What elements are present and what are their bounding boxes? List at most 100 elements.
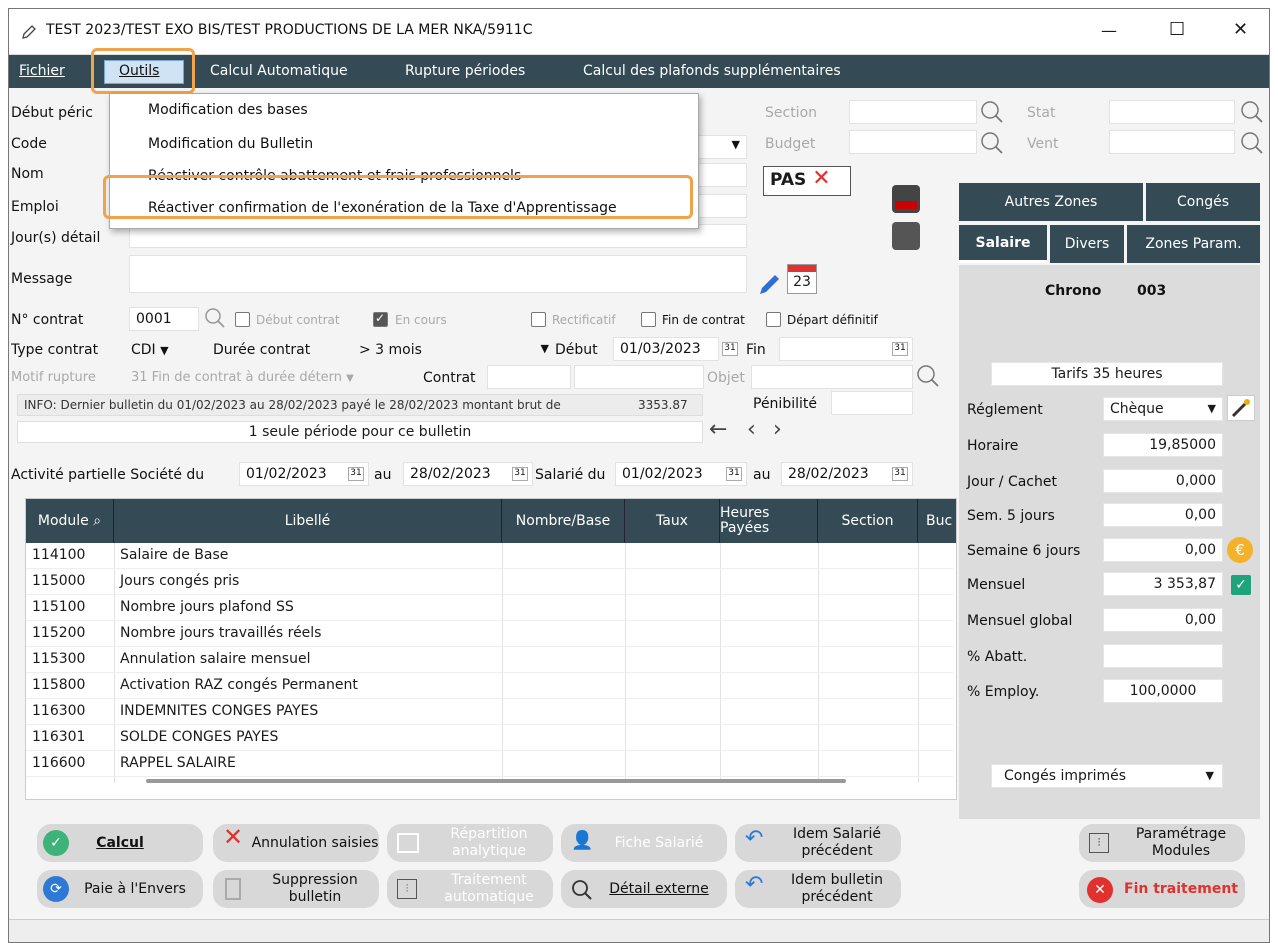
- magic-wand-icon[interactable]: [1227, 395, 1255, 421]
- tab-salaire[interactable]: Salaire: [959, 225, 1047, 263]
- fin-contrat-checkbox[interactable]: [641, 312, 656, 327]
- search-icon[interactable]: [979, 99, 1005, 125]
- edit-pencil-icon[interactable]: [757, 271, 783, 297]
- col-budget[interactable]: Buc: [918, 499, 956, 543]
- fin-date-field[interactable]: 31: [779, 337, 913, 361]
- calendar-icon[interactable]: 31: [892, 467, 908, 481]
- mensuel-field[interactable]: 3 353,87: [1103, 572, 1223, 596]
- chevron-right-icon[interactable]: ›: [773, 417, 782, 442]
- objet-field[interactable]: [751, 365, 913, 389]
- sal-au-field[interactable]: 28/02/2023 31: [781, 462, 913, 486]
- table-row[interactable]: 115200 Nombre jours travaillés réels: [26, 621, 954, 647]
- sem6-field[interactable]: 0,00: [1103, 538, 1223, 562]
- vent-field[interactable]: [1109, 130, 1235, 154]
- minimize-button[interactable]: —: [1101, 21, 1117, 40]
- abatt-field[interactable]: [1103, 644, 1223, 668]
- euro-icon[interactable]: €: [1227, 537, 1253, 563]
- calendar-icon[interactable]: 31: [726, 467, 742, 481]
- menu-fichier[interactable]: Fichier: [19, 63, 65, 79]
- table-row[interactable]: 116301 SOLDE CONGES PAYES: [26, 725, 954, 751]
- stat-field[interactable]: [1109, 100, 1235, 124]
- parametrage-modules-button[interactable]: ⫶ Paramétrage Modules: [1079, 824, 1245, 862]
- rectificatif-checkbox[interactable]: [531, 312, 546, 327]
- debut-contrat-checkbox[interactable]: [235, 312, 250, 327]
- col-nombre-base[interactable]: Nombre/Base: [502, 499, 625, 543]
- calendar-icon[interactable]: 31: [722, 342, 738, 356]
- num-contrat-field[interactable]: 0001: [129, 307, 199, 331]
- search-icon[interactable]: [203, 306, 227, 330]
- menu-calcul-plafonds[interactable]: Calcul des plafonds supplémentaires: [583, 63, 841, 79]
- message-field[interactable]: [129, 255, 747, 293]
- sem5-field[interactable]: 0,00: [1103, 503, 1223, 527]
- penibilite-field[interactable]: [831, 391, 913, 415]
- search-icon[interactable]: [915, 363, 941, 389]
- tab-autres-zones[interactable]: Autres Zones: [959, 183, 1143, 221]
- col-heures-payees[interactable]: Heures Payées: [720, 499, 818, 543]
- calendar-icon[interactable]: 23: [787, 264, 817, 294]
- chevron-left-icon[interactable]: ‹: [747, 417, 756, 442]
- horizontal-scrollbar[interactable]: [146, 779, 846, 783]
- employ-field[interactable]: 100,0000: [1103, 679, 1223, 703]
- close-button[interactable]: ✕: [1233, 19, 1248, 40]
- tab-divers[interactable]: Divers: [1050, 225, 1124, 263]
- search-icon[interactable]: [1239, 99, 1265, 125]
- search-icon[interactable]: [1239, 130, 1265, 156]
- suppression-button[interactable]: Suppression bulletin: [213, 870, 379, 908]
- table-row[interactable]: 115000 Jours congés pris: [26, 569, 954, 595]
- col-taux[interactable]: Taux: [625, 499, 720, 543]
- section-field[interactable]: [849, 100, 977, 124]
- table-row[interactable]: 116600 RAPPEL SALAIRE: [26, 751, 954, 777]
- tab-conges[interactable]: Congés: [1146, 183, 1260, 221]
- col-libelle[interactable]: Libellé: [114, 499, 502, 543]
- calendar-icon[interactable]: 31: [892, 342, 908, 356]
- jour-cachet-field[interactable]: 0,000: [1103, 469, 1223, 493]
- sal-du-field[interactable]: 01/02/2023 31: [615, 462, 747, 486]
- arrow-left-icon[interactable]: ←: [709, 417, 727, 442]
- idem-bulletin-button[interactable]: ↶ Idem bulletin précédent: [735, 870, 901, 908]
- horaire-field[interactable]: 19,85000: [1103, 433, 1223, 457]
- detail-externe-button[interactable]: Détail externe: [561, 870, 727, 908]
- type-contrat-select[interactable]: CDI ▼: [131, 342, 169, 358]
- search-icon[interactable]: [979, 130, 1005, 156]
- pas-indicator[interactable]: PAS ✕: [763, 166, 851, 196]
- duree-contrat-select[interactable]: > 3 mois ▼: [359, 342, 549, 358]
- traitement-auto-button[interactable]: ⫶ Traitement automatique: [387, 870, 553, 908]
- mensuel-global-field[interactable]: 0,00: [1103, 608, 1223, 632]
- reglement-select[interactable]: Chèque ▼: [1103, 397, 1223, 421]
- menu-calcul-automatique[interactable]: Calcul Automatique: [210, 63, 348, 79]
- paie-envers-button[interactable]: ⟳ Paie à l'Envers: [37, 870, 203, 908]
- video-off-icon[interactable]: [892, 222, 920, 250]
- contrat-field[interactable]: [487, 365, 571, 389]
- menu-item-modification-bulletin[interactable]: Modification du Bulletin: [148, 136, 313, 152]
- video-hors-icon[interactable]: [892, 185, 920, 213]
- annulation-button[interactable]: ✕ Annulation saisies: [213, 824, 379, 862]
- mensuel-checkbox[interactable]: ✓: [1231, 575, 1251, 595]
- table-row[interactable]: 115100 Nombre jours plafond SS: [26, 595, 954, 621]
- table-row[interactable]: 115800 Activation RAZ congés Permanent: [26, 673, 954, 699]
- act-du-field[interactable]: 01/02/2023 31: [239, 462, 369, 486]
- tab-zones-param[interactable]: Zones Param.: [1127, 225, 1260, 263]
- contrat-field-2[interactable]: [574, 365, 704, 389]
- en-cours-checkbox[interactable]: ✓: [373, 311, 388, 327]
- maximize-button[interactable]: ☐: [1169, 19, 1185, 40]
- menu-item-modification-bases[interactable]: Modification des bases: [148, 102, 308, 118]
- fiche-salarie-button[interactable]: 👤 Fiche Salarié: [561, 824, 727, 862]
- tarifs-field[interactable]: Tarifs 35 heures: [991, 362, 1223, 386]
- conges-imprimes-select[interactable]: Congés imprimés ▼: [991, 764, 1223, 788]
- calendar-icon[interactable]: 31: [512, 467, 528, 481]
- fin-traitement-button[interactable]: ✕ Fin traitement: [1079, 870, 1245, 908]
- calcul-button[interactable]: ✓ Calcul: [37, 824, 203, 862]
- col-section[interactable]: Section: [818, 499, 918, 543]
- repartition-button[interactable]: Répartition analytique: [387, 824, 553, 862]
- debut-date-field[interactable]: 01/03/2023: [613, 337, 719, 361]
- act-au-field[interactable]: 28/02/2023 31: [403, 462, 533, 486]
- menu-rupture-periodes[interactable]: Rupture périodes: [405, 63, 525, 79]
- table-row[interactable]: 116300 INDEMNITES CONGES PAYES: [26, 699, 954, 725]
- table-row[interactable]: 114100 Salaire de Base: [26, 543, 954, 569]
- idem-salarie-button[interactable]: ↶ Idem Salarié précédent: [735, 824, 901, 862]
- table-row[interactable]: 115300 Annulation salaire mensuel: [26, 647, 954, 673]
- depart-definitif-checkbox[interactable]: [766, 312, 781, 327]
- col-module[interactable]: Module ⌕: [26, 499, 114, 543]
- budget-field[interactable]: [849, 130, 977, 154]
- calendar-icon[interactable]: 31: [348, 467, 364, 481]
